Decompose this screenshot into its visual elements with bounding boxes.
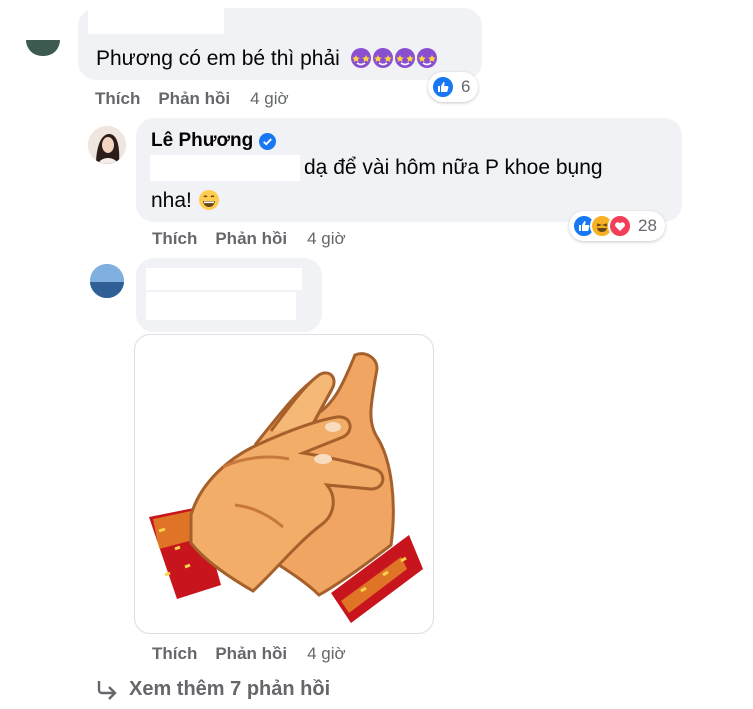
like-button[interactable]: Thích: [152, 229, 197, 248]
reaction-count: 28: [638, 216, 657, 235]
redacted-name: [146, 268, 302, 290]
star-struck-emoji-group: [350, 47, 438, 70]
comment-timestamp[interactable]: 4 giờ: [307, 644, 346, 663]
redacted-name: [88, 6, 224, 34]
clapping-hands-sticker-icon: [149, 352, 423, 623]
sticker-image[interactable]: [134, 334, 434, 634]
commenter-photo: [90, 264, 124, 298]
commenter-avatar[interactable]: [90, 264, 124, 298]
reaction-count: 6: [461, 77, 471, 96]
comment-text: nha!: [151, 184, 220, 218]
comment-timestamp[interactable]: 4 giờ: [307, 229, 346, 248]
like-button[interactable]: Thích: [95, 89, 140, 108]
author-name[interactable]: Lê Phương: [151, 130, 277, 152]
grinning-emoji-icon: [198, 190, 219, 210]
reply-button[interactable]: Phản hồi: [158, 89, 230, 108]
like-icon: [431, 75, 455, 99]
reply-button[interactable]: Phản hồi: [215, 644, 287, 663]
author-name-text: Lê Phương: [151, 130, 254, 151]
commenter-avatar[interactable]: [26, 40, 60, 56]
star-struck-emoji-icon: [416, 48, 437, 68]
comment-text-value: Phương có em bé thì phải: [96, 47, 340, 70]
reaction-summary[interactable]: 6: [428, 72, 479, 102]
reply-button[interactable]: Phản hồi: [215, 229, 287, 248]
comment-text: dạ để vài hôm nữa P khoe bụng: [304, 151, 603, 185]
comment-text: Phương có em bé thì phải: [96, 42, 438, 76]
comment-timestamp[interactable]: 4 giờ: [250, 89, 289, 108]
comment-actions: Thích Phản hồi 4 giờ: [152, 229, 346, 249]
star-struck-emoji-icon: [372, 48, 393, 68]
comment-actions: Thích Phản hồi 4 giờ: [152, 644, 346, 664]
star-struck-emoji-icon: [350, 48, 371, 68]
reply-arrow-icon: [97, 680, 117, 700]
see-more-replies-button[interactable]: Xem thêm 7 phản hồi: [95, 678, 330, 701]
verified-badge-icon: [259, 132, 277, 150]
redacted-mention: [150, 155, 300, 181]
comment-text-line2: nha!: [151, 189, 192, 212]
reaction-summary[interactable]: 28: [569, 211, 665, 241]
comment-text-line1: dạ để vài hôm nữa P khoe bụng: [304, 156, 603, 179]
author-photo: [88, 126, 126, 164]
love-icon: [608, 214, 632, 238]
redacted-mention: [146, 292, 296, 320]
like-button[interactable]: Thích: [152, 644, 197, 663]
author-avatar[interactable]: [88, 126, 126, 164]
comment-actions: Thích Phản hồi 4 giờ: [95, 89, 289, 109]
star-struck-emoji-icon: [394, 48, 415, 68]
see-more-replies-label: Xem thêm 7 phản hồi: [129, 678, 331, 700]
